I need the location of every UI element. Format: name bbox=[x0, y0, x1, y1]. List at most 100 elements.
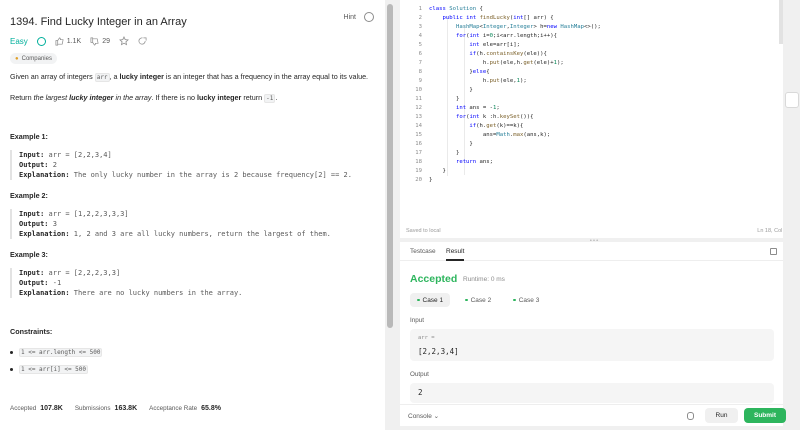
explanation-value: There are no lucky numbers in the array. bbox=[73, 289, 243, 297]
companies-tag[interactable]: ● Companies bbox=[10, 53, 57, 64]
desc-text: . bbox=[275, 93, 278, 102]
chevron-down-icon: ⌄ bbox=[433, 413, 440, 420]
constraint-code: 1 <= arr[i] <= 500 bbox=[19, 365, 89, 374]
console-button[interactable]: Console ⌄ bbox=[408, 412, 439, 420]
input-section-label: Input bbox=[410, 317, 425, 324]
check-circle-icon bbox=[36, 36, 46, 46]
desc-text: return bbox=[241, 93, 265, 102]
input-box: arr = [2,2,3,4] bbox=[410, 329, 774, 361]
stat-value: 65.8% bbox=[201, 405, 221, 412]
description-paragraph-1: Given an array of integers arr, a lucky … bbox=[10, 72, 368, 83]
line-number: 7 bbox=[418, 60, 422, 66]
line-number: 10 bbox=[415, 87, 422, 93]
notes-icon[interactable] bbox=[785, 92, 799, 108]
case-label: Case 2 bbox=[470, 296, 492, 304]
explanation-value: 1, 2 and 3 are all lucky numbers, return… bbox=[73, 230, 331, 238]
input-value: arr = [2,2,3,4] bbox=[48, 151, 112, 159]
code-line: int ele=arr[i]; bbox=[469, 42, 520, 48]
line-number: 4 bbox=[418, 33, 422, 39]
output-label: Output: bbox=[19, 161, 49, 169]
explanation-label: Explanation: bbox=[19, 289, 70, 297]
code-line: for(int i=0;i<arr.length;i++){ bbox=[455, 33, 558, 39]
like-button[interactable]: 1.1K bbox=[55, 37, 81, 46]
tab-testcase[interactable]: Testcase bbox=[410, 248, 436, 255]
case-tab-3[interactable]: Case 3 bbox=[506, 293, 546, 307]
case-tabs: Case 1 Case 2 Case 3 bbox=[410, 293, 546, 307]
result-panel: Testcase Result Accepted Runtime: 0 ms C… bbox=[400, 242, 786, 426]
hint-icon[interactable] bbox=[364, 12, 374, 22]
problem-meta: Easy 1.1K 29 bbox=[10, 35, 147, 47]
pass-dot bbox=[513, 298, 516, 302]
input-label: Input: bbox=[19, 151, 45, 159]
example-1-title: Example 1: bbox=[10, 132, 48, 141]
desc-text: Given an array of integers bbox=[10, 72, 95, 81]
example-2-block: Input: arr = [1,2,2,3,3,3] Output: 3 Exp… bbox=[10, 209, 382, 239]
share-icon[interactable] bbox=[138, 37, 147, 46]
input-value: arr = [2,2,2,3,3] bbox=[48, 269, 121, 277]
active-tab-indicator bbox=[446, 259, 464, 261]
code-line: } bbox=[429, 150, 460, 156]
input-value: [2,2,3,4] bbox=[418, 347, 459, 356]
line-number: 12 bbox=[415, 105, 422, 111]
line-number: 5 bbox=[418, 42, 422, 48]
line-number: 11 bbox=[415, 96, 422, 102]
desc-text: Return bbox=[10, 93, 34, 102]
acceptance-rate-stat: Acceptance Rate 65.8% bbox=[149, 405, 221, 412]
submit-button[interactable]: Submit bbox=[744, 408, 786, 423]
dislikes-count: 29 bbox=[102, 37, 110, 45]
code-editor[interactable]: 1 class Solution { 2 public int findLuck… bbox=[400, 0, 796, 238]
case-tab-1[interactable]: Case 1 bbox=[410, 293, 451, 307]
action-bar: Console ⌄ Run Submit bbox=[400, 404, 786, 426]
inline-code: -1 bbox=[264, 94, 276, 103]
desc-bold-italic: lucky integer bbox=[69, 93, 114, 102]
code-line: } bbox=[429, 96, 460, 102]
line-number: 1 bbox=[418, 6, 422, 12]
bug-icon[interactable] bbox=[687, 412, 694, 420]
difficulty-badge: Easy bbox=[10, 36, 28, 46]
output-value: 2 bbox=[52, 161, 57, 169]
example-3-block: Input: arr = [2,2,2,3,3] Output: -1 Expl… bbox=[10, 268, 382, 298]
desc-text: , a bbox=[109, 72, 120, 81]
save-status: Saved to local bbox=[406, 228, 441, 234]
layout-icon[interactable] bbox=[770, 248, 777, 255]
stat-value: 107.8K bbox=[40, 405, 63, 412]
case-label: Case 1 bbox=[422, 296, 444, 304]
explanation-value: The only lucky number in the array is 2 … bbox=[73, 171, 352, 179]
code-line: } bbox=[429, 168, 446, 174]
runtime-text: Runtime: 0 ms bbox=[463, 276, 505, 283]
example-1-block: Input: arr = [2,2,3,4] Output: 2 Explana… bbox=[10, 150, 382, 180]
line-number: 6 bbox=[418, 51, 422, 57]
desc-text: is an integer that has a frequency in th… bbox=[163, 72, 369, 81]
line-number: 20 bbox=[415, 177, 422, 183]
line-number: 16 bbox=[415, 141, 422, 147]
lock-icon: ● bbox=[15, 55, 19, 62]
code-line: public int findLucky(int[] arr) { bbox=[442, 15, 554, 21]
pass-dot bbox=[465, 298, 468, 302]
thumbs-down-icon bbox=[90, 37, 99, 45]
code-line: return ans; bbox=[455, 159, 494, 165]
example-3-title: Example 3: bbox=[10, 250, 48, 259]
code-line: if(h.get(k)==k){ bbox=[469, 123, 524, 129]
desc-bold: lucky integer bbox=[119, 72, 164, 81]
tab-result[interactable]: Result bbox=[446, 248, 464, 255]
console-label: Console bbox=[408, 413, 432, 420]
line-number: 2 bbox=[418, 15, 422, 21]
input-value: arr = [1,2,2,3,3,3] bbox=[48, 210, 129, 218]
left-scrollbar-thumb[interactable] bbox=[387, 4, 393, 328]
desc-text: . If there is no bbox=[151, 93, 197, 102]
run-button[interactable]: Run bbox=[705, 408, 738, 423]
accepted-stat: Accepted 107.8K bbox=[10, 405, 63, 412]
desc-bold: lucky integer bbox=[196, 93, 242, 102]
likes-count: 1.1K bbox=[66, 37, 82, 45]
inline-code: arr bbox=[94, 73, 110, 82]
output-box: 2 bbox=[410, 383, 774, 403]
case-tab-2[interactable]: Case 2 bbox=[458, 293, 498, 307]
line-number: 15 bbox=[415, 132, 422, 138]
example-2-title: Example 2: bbox=[10, 191, 48, 200]
star-icon[interactable] bbox=[119, 36, 129, 46]
line-number: 8 bbox=[418, 69, 422, 75]
code-line: for(int k :h.keySet()){ bbox=[455, 114, 534, 120]
hint-button[interactable]: Hint bbox=[344, 14, 356, 21]
dislike-button[interactable]: 29 bbox=[90, 37, 110, 46]
thumbs-up-icon bbox=[55, 37, 64, 45]
